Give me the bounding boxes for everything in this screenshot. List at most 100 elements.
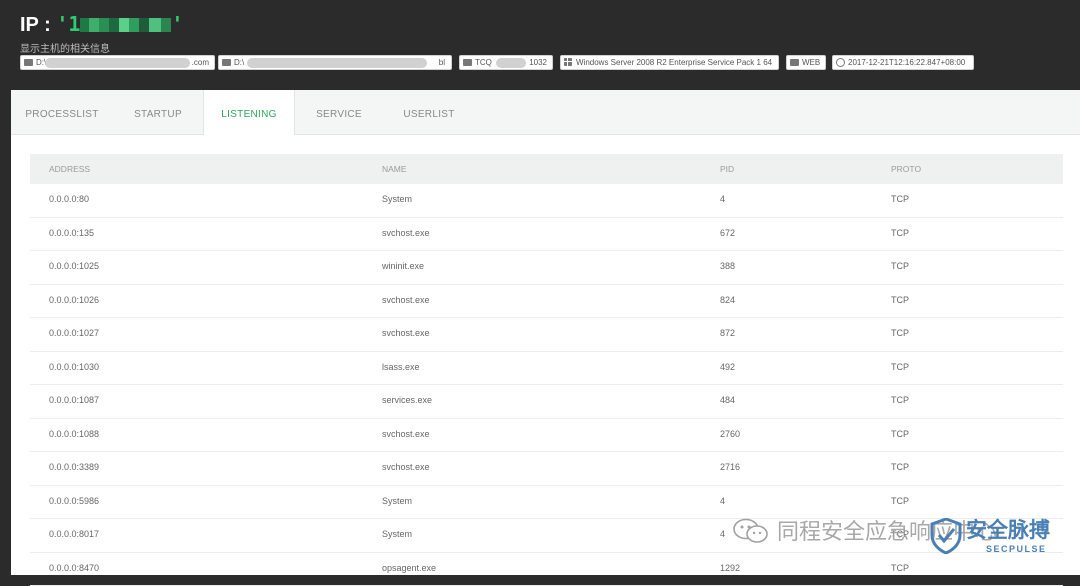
cell-address: 0.0.0.0:5986 xyxy=(49,486,99,517)
cell-address: 0.0.0.0:1025 xyxy=(49,251,99,282)
cell-pid: 1292 xyxy=(720,553,740,584)
os-chip: Windows Server 2008 R2 Enterprise Servic… xyxy=(560,55,779,70)
column-header-address: ADDRESS xyxy=(49,154,90,184)
cell-proto: TCP xyxy=(891,218,909,249)
wechat-icon xyxy=(733,518,769,544)
tab-startup[interactable]: STARTUP xyxy=(113,90,203,134)
windows-icon xyxy=(564,58,572,66)
ip-redaction xyxy=(149,18,161,32)
cell-pid: 672 xyxy=(720,218,735,249)
list-icon xyxy=(463,59,472,66)
cell-name: svchost.exe xyxy=(382,318,430,349)
connection-chip: TCQ 1032 xyxy=(459,55,553,70)
cell-address: 0.0.0.0:8470 xyxy=(49,553,99,584)
role-text: WEB xyxy=(802,58,820,67)
cell-proto: TCP xyxy=(891,318,909,349)
file-icon xyxy=(790,59,799,66)
chip-text-end: .com xyxy=(192,56,209,69)
tab-userlist[interactable]: USERLIST xyxy=(384,90,474,134)
cell-pid: 4 xyxy=(720,184,725,215)
cell-pid: 492 xyxy=(720,352,735,383)
cell-address: 0.0.0.0:1088 xyxy=(49,419,99,450)
cell-name: services.exe xyxy=(382,385,432,416)
table-row: 0.0.0.0:1025wininit.exe388TCP xyxy=(30,251,1063,285)
tab-service[interactable]: SERVICE xyxy=(294,90,384,134)
cell-name: System xyxy=(382,486,412,517)
cell-name: svchost.exe xyxy=(382,452,430,483)
secpulse-logo: 安全脉搏 SECPULSE xyxy=(930,514,1078,558)
table-row: 0.0.0.0:1027 svchost.exe 872 TCP xyxy=(30,318,1063,352)
cell-pid: 872 xyxy=(720,318,735,349)
time-text: 2017-12-21T12:16:22.847+08:00 xyxy=(848,58,965,67)
table-header: ADDRESS NAME PID PROTO xyxy=(30,154,1063,184)
os-text: Windows Server 2008 R2 Enterprise Servic… xyxy=(576,58,772,67)
redaction xyxy=(247,58,427,68)
table-row: 0.0.0.0:1030lsass.exe492TCP xyxy=(30,352,1063,386)
cell-address: 0.0.0.0:1027 xyxy=(49,318,99,349)
table-row: 0.0.0.0:1088 svchost.exe 2760 TCP xyxy=(30,419,1063,453)
cell-address: 0.0.0.0:80 xyxy=(49,184,89,215)
cell-name: wininit.exe xyxy=(382,251,424,282)
chip-text-start: D:\ xyxy=(234,58,244,67)
folder-icon xyxy=(222,59,231,66)
watermark: 同程安全应急响应中心 安全脉搏 SECPULSE xyxy=(733,506,1078,556)
ip-value: '1 ' xyxy=(56,12,183,36)
tab-listening[interactable]: LISTENING xyxy=(203,90,295,135)
cell-pid: 484 xyxy=(720,385,735,416)
role-chip: WEB xyxy=(786,55,826,70)
cell-pid: 4 xyxy=(720,486,725,517)
cell-pid: 824 xyxy=(720,285,735,316)
cell-pid: 4 xyxy=(720,519,725,550)
cell-proto: TCP xyxy=(891,184,909,215)
table-row: 0.0.0.0:135 svchost.exe 672 TCP xyxy=(30,218,1063,252)
table-row: 0.0.0.0:3389 svchost.exe 2716 TCP xyxy=(30,452,1063,486)
ip-value-prefix: '1 xyxy=(56,12,80,36)
cell-pid: 2760 xyxy=(720,419,740,450)
cell-name: opsagent.exe xyxy=(382,553,436,584)
cell-address: 0.0.0.0:3389 xyxy=(49,452,99,483)
column-header-name: NAME xyxy=(382,154,407,184)
table-row: 0.0.0.0:8470 opsagent.exe 1292 TCP xyxy=(30,553,1063,586)
column-header-proto: PROTO xyxy=(891,154,921,184)
clock-icon xyxy=(836,58,845,67)
ip-redaction xyxy=(161,18,171,32)
ip-redaction xyxy=(89,18,99,32)
cell-proto: TCP xyxy=(891,452,909,483)
cell-name: System xyxy=(382,519,412,550)
cell-pid: 2716 xyxy=(720,452,740,483)
time-chip: 2017-12-21T12:16:22.847+08:00 xyxy=(832,55,974,70)
ip-redaction xyxy=(129,18,139,32)
cell-address: 0.0.0.0:8017 xyxy=(49,519,99,550)
shield-icon xyxy=(930,518,962,554)
redaction xyxy=(45,58,190,68)
cell-name: System xyxy=(382,184,412,215)
ip-value-suffix: ' xyxy=(171,12,183,36)
folder-icon xyxy=(24,59,33,66)
host-info-subtitle: 显示主机的相关信息 xyxy=(20,40,110,55)
cell-proto: TCP xyxy=(891,419,909,450)
ip-redaction xyxy=(99,18,109,32)
cell-proto: TCP xyxy=(891,352,909,383)
ip-redaction xyxy=(109,18,119,32)
logo-sub-text: SECPULSE xyxy=(986,544,1047,554)
cell-address: 0.0.0.0:1030 xyxy=(49,352,99,383)
tab-processlist[interactable]: PROCESSLIST xyxy=(11,90,113,134)
chip-text-start: TCQ xyxy=(475,58,492,67)
column-header-pid: PID xyxy=(720,154,734,184)
redaction xyxy=(496,58,526,68)
table-row: 0.0.0.0:1087services.exe484TCP xyxy=(30,385,1063,419)
ip-redaction xyxy=(80,18,89,32)
cell-address: 0.0.0.0:135 xyxy=(49,218,94,249)
path-chip: D:\ .com xyxy=(20,55,215,70)
cell-proto: TCP xyxy=(891,285,909,316)
cell-proto: TCP xyxy=(891,553,909,584)
table-row: 0.0.0.0:80 System 4 TCP xyxy=(30,184,1063,218)
host-header: IP : '1' 显示主机的相关信息 D:\ .com D:\ bl TCQ 1… xyxy=(0,0,1080,90)
cell-name: svchost.exe xyxy=(382,218,430,249)
cell-name: svchost.exe xyxy=(382,419,430,450)
host-ip-title: IP : '1' xyxy=(20,12,183,37)
content-panel: PROCESSLIST STARTUP LISTENING SERVICE US… xyxy=(11,90,1080,575)
cell-proto: TCP xyxy=(891,251,909,282)
tab-bar: PROCESSLIST STARTUP LISTENING SERVICE US… xyxy=(11,90,1080,135)
cell-proto: TCP xyxy=(891,385,909,416)
